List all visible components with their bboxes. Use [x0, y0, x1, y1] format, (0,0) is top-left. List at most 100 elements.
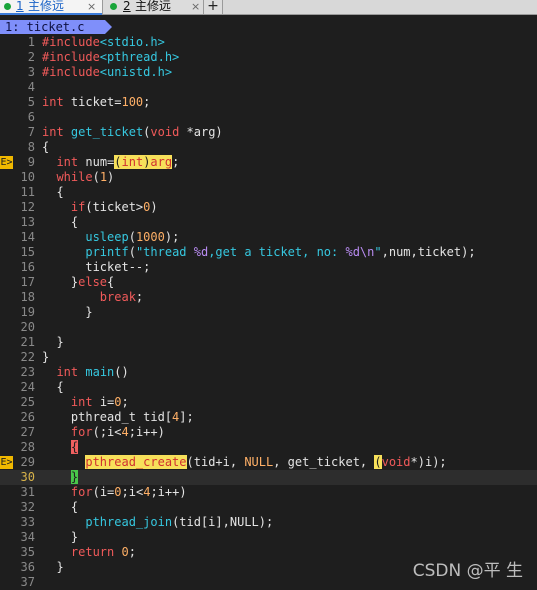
line-number: 2	[27, 50, 35, 64]
watermark: CSDN @平 生	[412, 561, 523, 581]
tab-number: 1	[16, 0, 24, 13]
code-text: pthread_t tid[4];	[42, 410, 194, 424]
code-line-current: 30 }	[0, 470, 537, 485]
code-text: printf("thread %d,get a ticket, no: %d\n…	[85, 245, 476, 259]
code-line: 3 #include<unistd.h>	[0, 65, 537, 80]
code-line: 16 ticket--;	[0, 260, 537, 275]
code-line: 28 {	[0, 440, 537, 455]
code-text: int num=(int)arg;	[56, 155, 180, 169]
code-text: #include<pthread.h>	[42, 50, 180, 64]
code-text: usleep(1000);	[85, 230, 180, 244]
line-number: 28	[20, 440, 35, 454]
tab-1[interactable]: 1 主修远 ×	[0, 0, 103, 15]
tab-label: 主修远	[28, 0, 65, 13]
code-text: if(ticket>0)	[70, 200, 158, 214]
line-number: 16	[20, 260, 35, 274]
tab-number: 2	[123, 0, 131, 13]
code-line: 10 while(1)	[0, 170, 537, 185]
code-text: return 0;	[70, 545, 136, 559]
line-number: 4	[27, 80, 35, 94]
code-text: int get_ticket(void *arg)	[42, 125, 223, 139]
buffer-tab[interactable]: 1: ticket.c	[0, 20, 105, 34]
line-number: 37	[20, 575, 35, 589]
code-line: 24 {	[0, 380, 537, 395]
code-editor[interactable]: 1 #include<stdio.h> 2 #include<pthread.h> …	[0, 35, 537, 590]
code-line: 25 int i=0;	[0, 395, 537, 410]
line-number: 30	[20, 470, 35, 484]
code-text: int i=0;	[70, 395, 129, 409]
line-number: 10	[20, 170, 35, 184]
code-line: 31 for(i=0;i<4;i++)	[0, 485, 537, 500]
code-line: 22}	[0, 350, 537, 365]
close-icon[interactable]: ×	[191, 0, 200, 13]
code-line: 7 int get_ticket(void *arg)	[0, 125, 537, 140]
line-number: 32	[20, 500, 35, 514]
code-text: while(1)	[56, 170, 115, 184]
code-line: 4	[0, 80, 537, 95]
code-text: {	[70, 440, 79, 454]
code-text: }	[70, 470, 79, 484]
line-number: 17	[20, 275, 35, 289]
close-icon[interactable]: ×	[87, 0, 96, 13]
code-text: pthread_join(tid[i],NULL);	[85, 515, 274, 529]
line-number: 18	[20, 290, 35, 304]
code-line: 14 usleep(1000);	[0, 230, 537, 245]
code-text: int main()	[56, 365, 129, 379]
line-number: 6	[27, 110, 35, 124]
code-line: E> 29 pthread_create(tid+i, NULL, get_tic…	[0, 455, 537, 470]
code-text: }	[42, 305, 93, 319]
code-line: 15 printf("thread %d,get a ticket, no: %…	[0, 245, 537, 260]
line-number: 3	[27, 65, 35, 79]
line-number: 15	[20, 245, 35, 259]
code-text: }else{	[42, 275, 115, 289]
code-line: 26 pthread_t tid[4];	[0, 410, 537, 425]
code-text: }	[42, 335, 64, 349]
code-line: 8{	[0, 140, 537, 155]
code-text: {	[42, 215, 79, 229]
line-number: 33	[20, 515, 35, 529]
code-text: pthread_create(tid+i, NULL, get_ticket, …	[85, 455, 447, 469]
code-text: break;	[99, 290, 144, 304]
status-dot-icon	[4, 3, 11, 10]
code-line: 13 {	[0, 215, 537, 230]
code-text: for(;i<4;i++)	[70, 425, 165, 439]
line-number: 5	[27, 95, 35, 109]
line-number: 24	[20, 380, 35, 394]
code-line: 33 pthread_join(tid[i],NULL);	[0, 515, 537, 530]
code-line: 21 }	[0, 335, 537, 350]
line-number: 36	[20, 560, 35, 574]
code-text: }	[42, 350, 50, 364]
error-sign-icon[interactable]: E>	[0, 456, 13, 469]
tab-label: 主修远	[135, 0, 172, 13]
code-line: 27 for(;i<4;i++)	[0, 425, 537, 440]
line-number: 1	[27, 35, 35, 49]
code-line: 11 {	[0, 185, 537, 200]
code-line: 2 #include<pthread.h>	[0, 50, 537, 65]
line-number: 7	[27, 125, 35, 139]
line-number: 11	[20, 185, 35, 199]
code-line: 12 if(ticket>0)	[0, 200, 537, 215]
line-number: 29	[20, 455, 35, 469]
line-number: 31	[20, 485, 35, 499]
line-number: 26	[20, 410, 35, 424]
code-line: 17 }else{	[0, 275, 537, 290]
code-line: 34 }	[0, 530, 537, 545]
status-dot-icon	[110, 3, 117, 10]
code-text: {	[42, 185, 64, 199]
line-number: 23	[20, 365, 35, 379]
error-sign-icon[interactable]: E>	[0, 156, 13, 169]
add-tab-button[interactable]: +	[204, 0, 223, 14]
tab-2[interactable]: 2 主修远 ×	[103, 0, 204, 14]
code-text: }	[42, 530, 79, 544]
line-number: 22	[20, 350, 35, 364]
line-number: 12	[20, 200, 35, 214]
buffer-tab-arrow	[105, 20, 112, 34]
code-text: #include<unistd.h>	[42, 65, 173, 79]
code-text: {	[42, 500, 79, 514]
code-text: {	[42, 140, 50, 154]
code-line: E> 9 int num=(int)arg;	[0, 155, 537, 170]
code-line: 32 {	[0, 500, 537, 515]
line-number: 21	[20, 335, 35, 349]
code-text: int ticket=100;	[42, 95, 151, 109]
code-line: 18 break;	[0, 290, 537, 305]
